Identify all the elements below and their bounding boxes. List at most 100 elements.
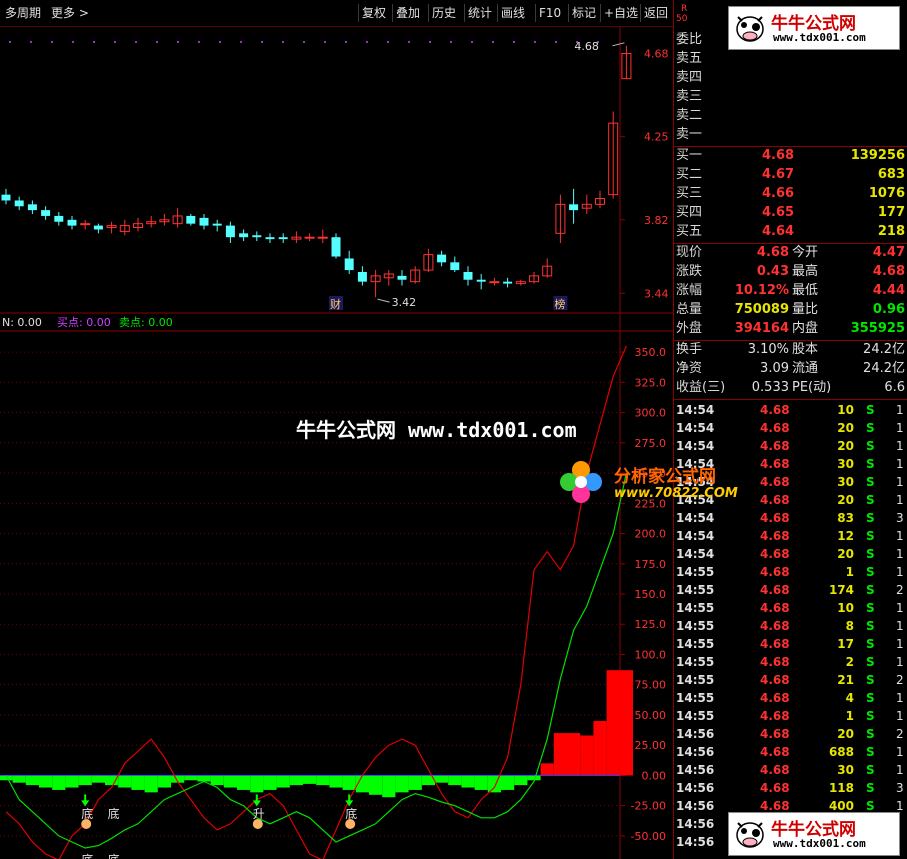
- watermark-logo-fenxijia: 分析家公式网 www.70822.COM: [556, 458, 756, 508]
- ask-label: 卖一: [676, 127, 703, 142]
- toolbar-button-0[interactable]: 复权: [358, 4, 389, 22]
- toolbar-button-3[interactable]: 统计: [464, 4, 495, 22]
- tick-row-14: 14:55 4.68 2 S 1: [674, 653, 907, 671]
- candle-body: [489, 281, 500, 284]
- tick-side: S: [866, 457, 875, 471]
- indicator-tick-label: 0.00: [642, 769, 667, 782]
- histogram-bar: [157, 775, 171, 788]
- tick-volume: 20: [837, 439, 854, 453]
- indicator-tick-label: 350.0: [635, 346, 667, 359]
- candle-body: [503, 281, 513, 284]
- stat-row-4: 外盘 394164 内盘 355925: [674, 320, 907, 338]
- toolbar-button-4[interactable]: 画线: [497, 4, 528, 22]
- tick-side: S: [866, 727, 875, 741]
- weibi-label: 委比: [676, 32, 703, 47]
- tick-price: 4.68: [760, 763, 790, 777]
- tick-side: S: [866, 709, 875, 723]
- histogram-bar: [237, 775, 251, 790]
- tick-price: 4.68: [760, 457, 790, 471]
- high-label: 4.68: [574, 40, 599, 53]
- ask-label: 卖三: [676, 89, 703, 104]
- tick-volume: 10: [837, 403, 854, 417]
- stat-value: 4.68: [872, 264, 905, 279]
- tick-row-9: 14:55 4.68 1 S 1: [674, 563, 907, 581]
- toolbar-button-2[interactable]: 历史: [428, 4, 459, 22]
- tick-time: 14:56: [676, 763, 715, 777]
- bid-volume: 1076: [868, 186, 905, 201]
- dot-marker: [450, 41, 452, 43]
- tick-time: 14:55: [676, 583, 715, 597]
- indicator-tick-label: 75.00: [635, 679, 667, 692]
- toolbar-button-6[interactable]: 标记: [568, 4, 599, 22]
- fund-value: 24.2亿: [863, 342, 905, 357]
- histogram-bar: [474, 775, 488, 790]
- stat-row-1: 涨跌 0.43 最高 4.68: [674, 263, 907, 281]
- tick-time: 14:54: [676, 547, 715, 561]
- tick-price: 4.68: [760, 403, 790, 417]
- stat-value: 0.96: [872, 302, 905, 317]
- quote-divider: [674, 399, 907, 400]
- flower-icon: [560, 461, 602, 503]
- tick-side: S: [866, 421, 875, 435]
- histogram-bar: [619, 670, 633, 776]
- histogram-bar: [223, 775, 237, 788]
- fund-value: 3.10%: [747, 342, 789, 357]
- tick-time: 14:54: [676, 421, 715, 435]
- signal-label-1: 底: [108, 806, 120, 821]
- toolbar-button-7[interactable]: +自选: [600, 4, 641, 22]
- buy-arrow-icon-1: [252, 794, 261, 807]
- tick-count: 1: [896, 529, 904, 543]
- bid-row-0: 买一 4.68 139256: [674, 147, 907, 165]
- tick-side: S: [866, 745, 875, 759]
- tick-row-0: 14:54 4.68 10 S 1: [674, 401, 907, 419]
- histogram-bar: [184, 775, 198, 781]
- ask-row-1: 卖四: [674, 69, 907, 87]
- histogram-bar: [131, 775, 145, 790]
- more-button[interactable]: 更多 >: [48, 4, 92, 22]
- tick-price: 4.68: [760, 439, 790, 453]
- tick-row-13: 14:55 4.68 17 S 1: [674, 635, 907, 653]
- stat-label: 内盘: [792, 321, 819, 336]
- tick-time: 14:55: [676, 619, 715, 633]
- tick-volume: 1: [845, 565, 854, 579]
- tick-volume: 10: [837, 601, 854, 615]
- quote-panel: R 50 委比 卖五 卖四 卖三 卖二 卖一 买一 4.68 139256 买二 4.67 683 买三…: [674, 0, 907, 859]
- toolbar-button-8[interactable]: 返回: [640, 4, 671, 22]
- candle-body: [476, 279, 486, 282]
- indicator-tick-label: 25.00: [635, 739, 667, 752]
- histogram-bar: [382, 775, 396, 798]
- tick-side: S: [866, 403, 875, 417]
- tick-count: 1: [896, 421, 904, 435]
- tick-volume: 4: [845, 691, 854, 705]
- tick-volume: 30: [837, 457, 854, 471]
- dot-marker: [9, 41, 11, 43]
- histogram-bar: [250, 775, 264, 793]
- tick-time: 14:55: [676, 601, 715, 615]
- indicator-tick-label: 325.0: [635, 376, 667, 389]
- candle-body: [212, 223, 222, 226]
- watermark-logo-top: 牛牛公式网 www.tdx001.com: [728, 6, 900, 50]
- tick-volume: 118: [828, 781, 854, 795]
- bid-price: 4.66: [762, 186, 795, 201]
- period-button[interactable]: 多周期: [2, 4, 44, 22]
- stat-value: 394164: [734, 321, 789, 336]
- dot-marker: [156, 41, 158, 43]
- tick-time: 14:55: [676, 709, 715, 723]
- stat-label: 外盘: [676, 321, 703, 336]
- fund-row-1: 净资 3.09 流通 24.2亿: [674, 360, 907, 378]
- candle-body: [450, 262, 460, 271]
- fund-label: 收益(三): [676, 380, 726, 395]
- ask-label: 卖五: [676, 51, 703, 66]
- event-marker-0: 财: [330, 297, 341, 311]
- candle-body: [463, 272, 473, 280]
- tick-count: 2: [896, 727, 904, 741]
- candle-body: [1, 194, 11, 201]
- tick-price: 4.68: [760, 601, 790, 615]
- candle-body: [357, 272, 367, 282]
- dot-marker: [240, 41, 242, 43]
- dot-marker: [282, 41, 284, 43]
- toolbar-button-5[interactable]: F10: [535, 4, 564, 22]
- tick-time: 14:54: [676, 529, 715, 543]
- toolbar-button-1[interactable]: 叠加: [392, 4, 423, 22]
- tick-side: S: [866, 673, 875, 687]
